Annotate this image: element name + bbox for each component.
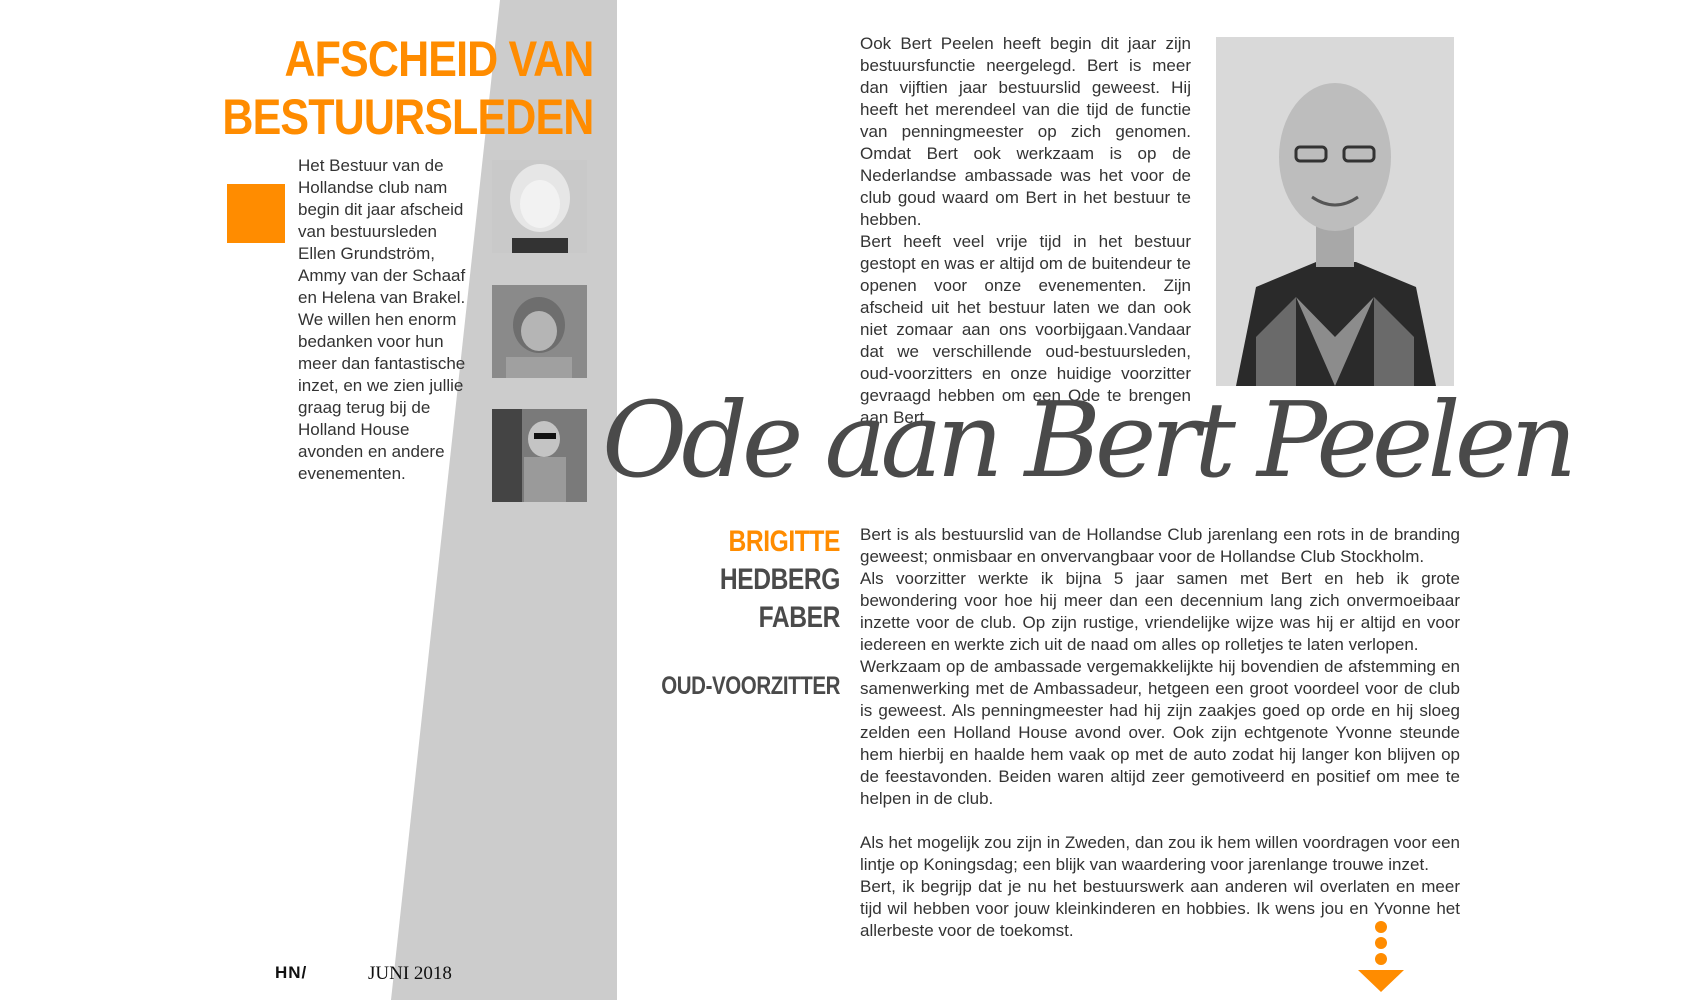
board-member-photo-3 — [492, 409, 587, 502]
author-role: OUD-VOORZITTER — [661, 672, 840, 700]
headline-line-1: AFSCHEID VAN — [283, 31, 594, 87]
section-headline: AFSCHEID VAN BESTUURSLEDEN — [221, 30, 594, 146]
ode-paragraph: Werkzaam op de ambassade vergemakkelijkt… — [860, 657, 1460, 808]
bert-peelen-portrait — [1216, 37, 1454, 386]
author-middle-name: HEDBERG — [719, 563, 841, 596]
magazine-logo: HN/ — [275, 963, 308, 982]
chevron-down-icon[interactable] — [1356, 918, 1406, 994]
board-member-photo-2 — [492, 285, 587, 378]
author-last-name: FABER — [758, 601, 841, 634]
issue-date: JUNI 2018 — [368, 963, 452, 984]
board-member-photo-1 — [492, 160, 587, 253]
ode-title: Ode aan Bert Peelen — [602, 379, 1577, 501]
ode-paragraph: Bert is als bestuurslid van de Hollandse… — [860, 525, 1460, 566]
orange-accent-square — [227, 184, 285, 243]
headline-line-2: BESTUURSLEDEN — [221, 89, 594, 145]
ode-paragraph: Als het mogelijk zou zijn in Zweden, dan… — [860, 833, 1460, 874]
author-block: BRIGITTE HEDBERG FABER OUD-VOORZITTER — [661, 523, 840, 705]
bert-intro-paragraph: Ook Bert Peelen heeft begin dit jaar zij… — [860, 34, 1191, 229]
farewell-intro-text: Het Bestuur van de Hollandse club nam be… — [298, 156, 466, 483]
author-first-name: BRIGITTE — [728, 525, 840, 558]
ode-paragraph: Als voorzitter werkte ik bijna 5 jaar sa… — [860, 569, 1460, 654]
ode-body: Bert is als bestuurslid van de Hollandse… — [860, 524, 1460, 942]
bert-intro-column: Ook Bert Peelen heeft begin dit jaar zij… — [860, 33, 1191, 429]
